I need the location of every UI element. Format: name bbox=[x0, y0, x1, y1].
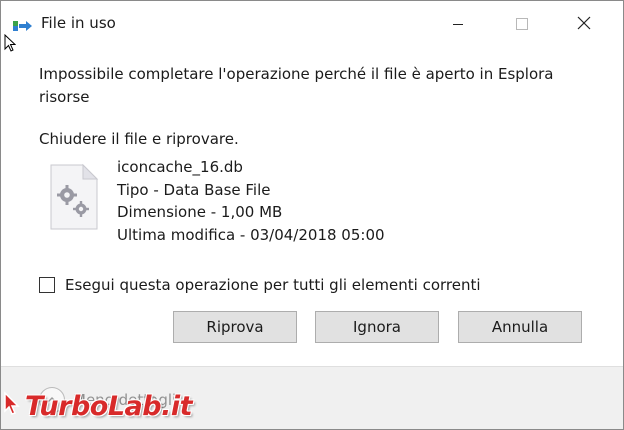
window-title: File in uso bbox=[41, 14, 116, 32]
dialog-message: Impossibile completare l'operazione perc… bbox=[39, 65, 554, 106]
file-modified: Ultima modifica - 03/04/2018 05:00 bbox=[117, 225, 385, 244]
watermark-arrow-icon bbox=[3, 391, 21, 422]
watermark-logo: TurboLab.it bbox=[3, 391, 193, 422]
dialog-instruction: Chiudere il file e riprovare. bbox=[39, 130, 239, 148]
dialog-window: File in uso Impossibile completare l'ope… bbox=[0, 0, 624, 430]
maximize-button[interactable] bbox=[499, 1, 545, 47]
file-details: iconcache_16.db Tipo - Data Base File Di… bbox=[117, 156, 385, 246]
minimize-icon bbox=[452, 15, 464, 34]
file-size: Dimensione - 1,00 MB bbox=[117, 203, 283, 221]
minimize-button[interactable] bbox=[435, 1, 481, 47]
dialog-footer: Meno dettagli TurboLab.it bbox=[1, 366, 623, 429]
ignore-button[interactable]: Ignora bbox=[315, 311, 439, 343]
title-bar[interactable]: File in uso bbox=[1, 1, 623, 47]
apply-to-all-row[interactable]: Esegui questa operazione per tutti gli e… bbox=[39, 276, 481, 294]
cancel-button[interactable]: Annulla bbox=[458, 311, 582, 343]
close-icon bbox=[577, 15, 591, 34]
apply-to-all-checkbox[interactable] bbox=[39, 277, 55, 293]
maximize-icon bbox=[516, 15, 528, 34]
close-button[interactable] bbox=[561, 1, 607, 47]
file-name: iconcache_16.db bbox=[117, 158, 243, 176]
file-type: Tipo - Data Base File bbox=[117, 180, 271, 199]
retry-button[interactable]: Riprova bbox=[173, 311, 297, 343]
mouse-cursor-icon bbox=[4, 33, 17, 52]
watermark-text: TurboLab.it bbox=[25, 391, 193, 422]
apply-to-all-label[interactable]: Esegui questa operazione per tutti gli e… bbox=[65, 276, 481, 294]
settings-file-icon bbox=[45, 163, 101, 231]
file-transfer-icon bbox=[13, 17, 33, 31]
